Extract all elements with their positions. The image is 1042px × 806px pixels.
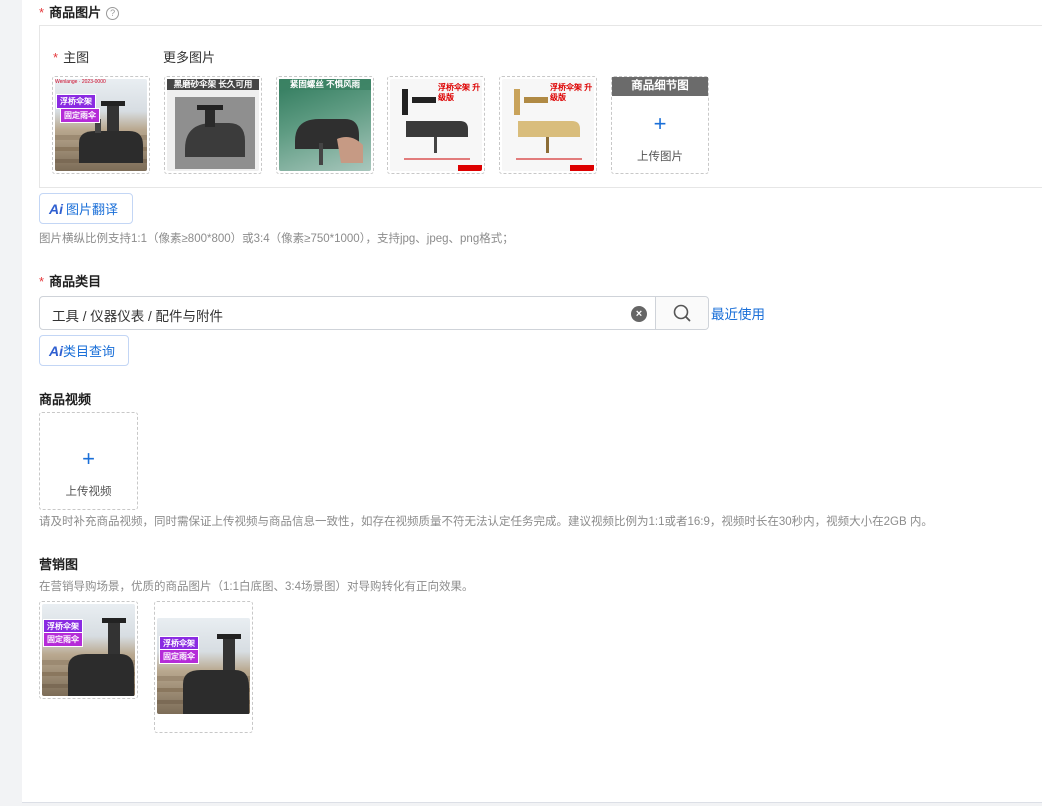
ai-category-query-button[interactable]: Ai 类目查询 <box>39 335 129 366</box>
image-format-hint: 图片横纵比例支持1:1（像素≥800*800）或3:4（像素≥750*1000）… <box>39 233 514 245</box>
category-search-input[interactable]: 工具 / 仪器仪表 / 配件与附件 × <box>39 296 709 330</box>
more-image-thumb[interactable]: 黑磨砂伞架 长久可用 <box>164 76 262 174</box>
umbrella-holder-drawing <box>157 634 250 714</box>
category-label: 商品类目 <box>49 274 102 289</box>
ai-image-translate-label: 图片翻译 <box>66 202 119 217</box>
divider <box>22 802 1042 803</box>
search-button[interactable] <box>655 297 708 329</box>
more-image-thumb[interactable]: 浮桥伞架 升级版 <box>499 76 597 174</box>
category-value: 工具 / 仪器仪表 / 配件与附件 <box>52 309 224 324</box>
search-icon <box>673 304 691 322</box>
marketing-image-square[interactable]: 浮桥伞架 固定雨伞 <box>39 601 138 699</box>
product-photo <box>279 79 371 171</box>
plus-icon: + <box>653 111 667 136</box>
thumb-caption: 浮桥伞架 升级版 <box>438 83 481 102</box>
marketing-label: 营销图 <box>39 557 79 572</box>
video-label: 商品视频 <box>39 392 92 407</box>
product-photo <box>55 79 147 171</box>
product-images-title: * 商品图片? <box>39 2 120 22</box>
video-upload[interactable]: + 上传视频 <box>39 412 138 510</box>
ai-icon: Ai <box>49 342 63 359</box>
upload-image-label: 上传图片 <box>637 151 683 163</box>
upload-video-label: 上传视频 <box>65 486 112 498</box>
thumb-caption: 浮桥伞架 升级版 <box>550 83 593 102</box>
required-mark: * <box>39 5 45 20</box>
required-mark: * <box>39 274 45 289</box>
category-title: * 商品类目 <box>39 271 101 291</box>
product-images-label: 商品图片 <box>49 5 102 20</box>
question-circle-icon[interactable]: ? <box>106 7 120 20</box>
recent-used-link[interactable]: 最近使用 <box>711 303 765 323</box>
plus-icon: + <box>82 446 95 471</box>
more-images-label: 更多图片 <box>163 50 216 65</box>
main-image-thumb[interactable]: Wenlange · 2023-0000 浮桥伞架 固定雨伞 <box>52 76 150 174</box>
more-image-thumb[interactable]: 紧固螺丝 不惧风雨 <box>276 76 374 174</box>
ai-category-query-label: 类目查询 <box>63 344 116 359</box>
detail-image-header: 商品细节图 <box>612 77 708 96</box>
detail-image-upload[interactable]: 商品细节图 + 上传图片 <box>611 76 709 174</box>
umbrella-holder-drawing <box>42 618 135 696</box>
ai-icon: Ai <box>49 200 63 217</box>
more-image-thumb[interactable]: 浮桥伞架 升级版 <box>387 76 485 174</box>
umbrella-holder-drawing <box>295 119 363 165</box>
thumb-caption: 黑磨砂伞架 长久可用 <box>167 79 259 90</box>
badge-tag: 浮桥伞架 <box>56 94 96 109</box>
badge-tag: 固定雨伞 <box>43 632 83 647</box>
product-photo <box>157 618 250 714</box>
thumb-header: Wenlange · 2023-0000 <box>55 79 106 85</box>
umbrella-holder-drawing <box>55 101 147 163</box>
product-photo <box>167 79 259 171</box>
product-photo <box>42 604 135 696</box>
ai-image-translate-button[interactable]: Ai 图片翻译 <box>39 193 133 224</box>
clear-icon[interactable]: × <box>631 306 647 322</box>
main-image-title: * 主图 <box>53 47 89 66</box>
main-image-label: 主图 <box>63 50 90 65</box>
thumb-caption: 紧固螺丝 不惧风雨 <box>279 79 371 90</box>
umbrella-holder-drawing <box>175 97 255 169</box>
badge-tag: 固定雨伞 <box>60 108 100 123</box>
video-hint: 请及时补充商品视频，同时需保证上传视频与商品信息一致性，如存在视频质量不符无法认… <box>39 516 933 528</box>
badge-tag: 固定雨伞 <box>159 649 199 664</box>
marketing-hint: 在营销导购场景，优质的商品图片（1:1白底图、3:4场景图）对导购转化有正向效果… <box>39 581 474 593</box>
required-mark: * <box>53 50 59 65</box>
marketing-image-portrait[interactable]: 浮桥伞架 固定雨伞 <box>154 601 253 733</box>
